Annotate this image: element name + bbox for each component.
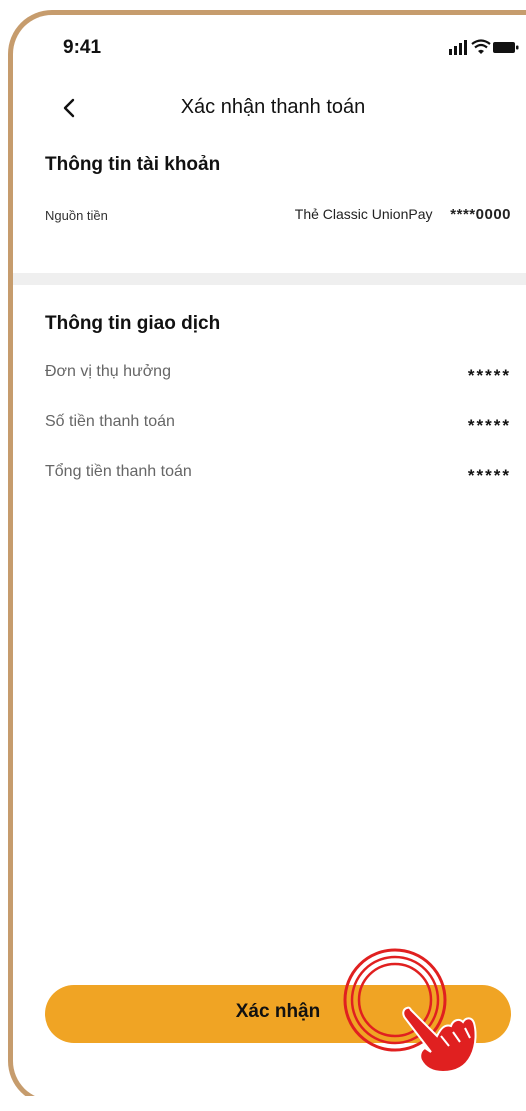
confirm-button[interactable]: Xác nhận xyxy=(45,985,511,1043)
payment-amount-label: Số tiền thanh toán xyxy=(45,413,175,430)
card-name: Thẻ Classic UnionPay xyxy=(294,206,433,222)
battery-icon xyxy=(493,42,519,53)
section-divider xyxy=(13,273,526,285)
phone-frame: 9:41 Xác nhận thanh toán Thông tin tài k… xyxy=(8,10,526,1105)
status-time: 9:41 xyxy=(63,37,102,58)
nav-bar: Xác nhận thanh toán xyxy=(13,90,526,130)
frame-bottom-cut xyxy=(8,1096,526,1111)
total-amount-label: Tổng tiền thanh toán xyxy=(45,463,192,480)
signal-icon xyxy=(449,40,467,55)
source-label: Nguồn tiền xyxy=(45,208,108,223)
beneficiary-label: Đơn vị thụ hưởng xyxy=(45,363,171,380)
beneficiary-value: ***** xyxy=(467,366,511,385)
total-amount-value: ***** xyxy=(467,466,511,485)
wifi-icon xyxy=(471,39,491,54)
confirm-label: Xác nhận xyxy=(235,1001,321,1022)
status-bar: 9:41 xyxy=(13,15,526,75)
account-section-title: Thông tin tài khoản xyxy=(45,154,221,175)
source-value: Thẻ Classic UnionPay ****0000 xyxy=(295,206,511,223)
card-number: ****0000 xyxy=(450,206,511,223)
payment-amount-value: ***** xyxy=(467,416,511,435)
transaction-section-title: Thông tin giao dịch xyxy=(45,313,221,334)
status-icons xyxy=(449,39,519,55)
page-title: Xác nhận thanh toán xyxy=(180,96,366,118)
